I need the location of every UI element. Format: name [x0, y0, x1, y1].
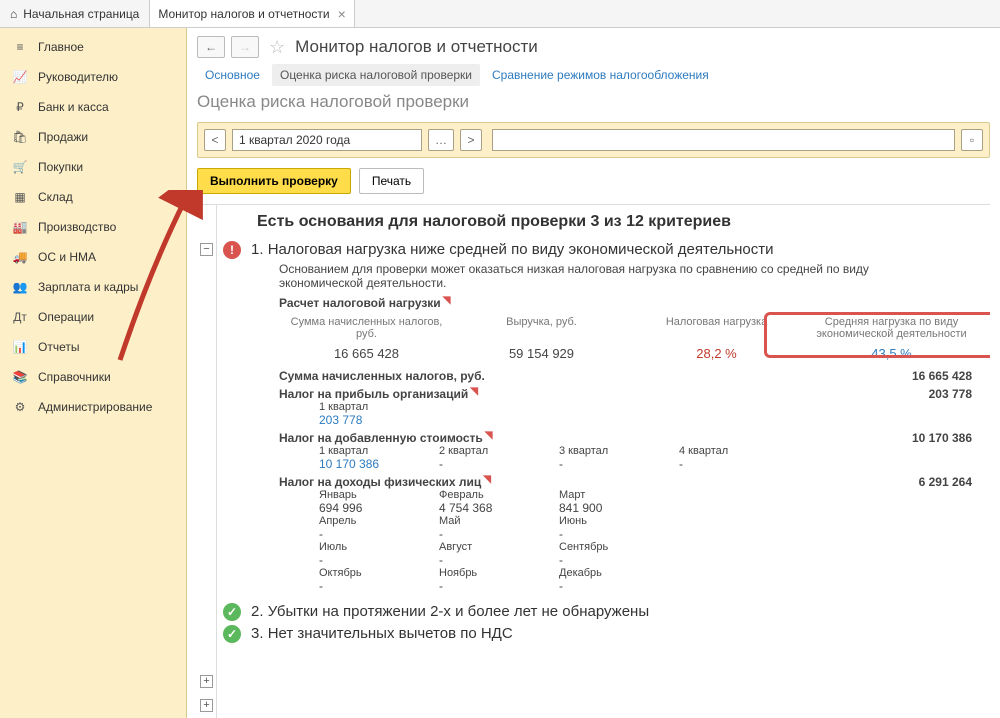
menu-icon: ≡	[12, 40, 28, 54]
home-tab[interactable]: ⌂ Начальная страница	[0, 0, 150, 27]
period-picker-button[interactable]: …	[428, 129, 454, 151]
sidebar-item-bank[interactable]: ₽ Банк и касса	[0, 92, 186, 122]
collapse-button[interactable]: −	[200, 243, 213, 256]
criterion-3: ✓ 3. Нет значительных вычетов по НДС	[223, 625, 990, 643]
bag-icon: 🛍	[12, 130, 28, 144]
org-open-button[interactable]: ▫	[961, 129, 983, 151]
print-button[interactable]: Печать	[359, 168, 424, 194]
factory-icon: 🏭	[12, 220, 28, 234]
sidebar-label: Банк и касса	[38, 100, 109, 114]
check-icon: ✓	[223, 603, 241, 621]
check-icon: ✓	[223, 625, 241, 643]
sum-value: 16 665 428	[912, 369, 972, 383]
boxes-icon: ▦	[12, 190, 28, 204]
sidebar-item-assets[interactable]: 🚚 ОС и НМА	[0, 242, 186, 272]
expand-button-2[interactable]: +	[200, 675, 213, 688]
ruble-icon: ₽	[12, 100, 28, 114]
tax-load-value: 28,2 %	[629, 344, 804, 363]
book-icon: 📚	[12, 370, 28, 384]
col-head: Средняя нагрузка по виду экономической д…	[804, 312, 979, 344]
back-button[interactable]: ←	[197, 36, 225, 58]
run-check-button[interactable]: Выполнить проверку	[197, 168, 351, 194]
tab-label: Монитор налогов и отчетности	[158, 7, 329, 21]
report-icon: 📊	[12, 340, 28, 354]
gear-icon: ⚙	[12, 400, 28, 414]
crit-description: Основанием для проверки может оказаться …	[279, 262, 939, 290]
avg-load-value: 43,5 %	[804, 344, 979, 363]
cart-icon: 🛒	[12, 160, 28, 174]
col-head: Налоговая нагрузка	[629, 312, 804, 344]
sidebar-item-production[interactable]: 🏭 Производство	[0, 212, 186, 242]
organization-field[interactable]	[492, 129, 955, 151]
page-title: Монитор налогов и отчетности	[295, 37, 538, 57]
sidebar-item-sales[interactable]: 🛍 Продажи	[0, 122, 186, 152]
subtab-compare[interactable]: Сравнение режимов налогообложения	[484, 64, 717, 86]
home-icon: ⌂	[10, 7, 17, 21]
col-head: Выручка, руб.	[454, 312, 629, 344]
calc-table: Сумма начисленных налогов, руб. Выручка,…	[279, 312, 979, 363]
close-icon[interactable]: ×	[338, 6, 346, 22]
period-next-button[interactable]: >	[460, 129, 482, 151]
calc-value: 16 665 428	[279, 344, 454, 363]
profit-tax-block: Налог на прибыль организаций◥203 778 1 к…	[279, 387, 990, 427]
sidebar-item-operations[interactable]: Дт Операции	[0, 302, 186, 332]
report-area: − + + Есть основания для налоговой прове…	[197, 204, 990, 718]
criterion-1: ! 1. Налоговая нагрузка ниже средней по …	[223, 241, 990, 593]
sidebar-label: Покупки	[38, 160, 83, 174]
sidebar-item-purchases[interactable]: 🛒 Покупки	[0, 152, 186, 182]
truck-icon: 🚚	[12, 250, 28, 264]
sidebar-item-directories[interactable]: 📚 Справочники	[0, 362, 186, 392]
sidebar-item-admin[interactable]: ⚙ Администрирование	[0, 392, 186, 422]
sidebar-item-hr[interactable]: 👥 Зарплата и кадры	[0, 272, 186, 302]
period-toolbar: < 1 квартал 2020 года … > ▫	[197, 122, 990, 158]
subtab-risk[interactable]: Оценка риска налоговой проверки	[272, 64, 480, 86]
people-icon: 👥	[12, 280, 28, 294]
subtab-main[interactable]: Основное	[197, 64, 268, 86]
sidebar-label: Склад	[38, 190, 73, 204]
sidebar-label: Администрирование	[38, 400, 152, 414]
calc-heading: Расчет налоговой нагрузки◥	[279, 296, 990, 310]
top-tab-bar: ⌂ Начальная страница Монитор налогов и о…	[0, 0, 1000, 28]
sidebar-label: Зарплата и кадры	[38, 280, 138, 294]
col-head: Сумма начисленных налогов, руб.	[279, 312, 454, 344]
vat-block: Налог на добавленную стоимость◥10 170 38…	[279, 431, 990, 471]
sidebar-label: Руководителю	[38, 70, 118, 84]
journal-icon: Дт	[12, 310, 28, 324]
sub-nav: Основное Оценка риска налоговой проверки…	[197, 64, 990, 86]
sidebar-label: Производство	[38, 220, 116, 234]
sum-label: Сумма начисленных налогов, руб.	[279, 369, 485, 383]
sidebar-item-reports[interactable]: 📊 Отчеты	[0, 332, 186, 362]
sidebar-label: Справочники	[38, 370, 111, 384]
sidebar: ≡ Главное 📈 Руководителю ₽ Банк и касса 🛍 Пр…	[0, 28, 187, 718]
crit-num: 1.	[251, 241, 264, 258]
sidebar-item-warehouse[interactable]: ▦ Склад	[0, 182, 186, 212]
section-title: Оценка риска налоговой проверки	[197, 92, 990, 112]
sidebar-item-main[interactable]: ≡ Главное	[0, 32, 186, 62]
criterion-2: ✓ 2. Убытки на протяжении 2-х и более ле…	[223, 603, 990, 621]
chart-icon: 📈	[12, 70, 28, 84]
tab-monitor[interactable]: Монитор налогов и отчетности ×	[150, 0, 354, 27]
sidebar-label: Отчеты	[38, 340, 79, 354]
period-field[interactable]: 1 квартал 2020 года	[232, 129, 422, 151]
forward-button[interactable]: →	[231, 36, 259, 58]
period-prev-button[interactable]: <	[204, 129, 226, 151]
home-tab-label: Начальная страница	[23, 7, 139, 21]
alert-icon: !	[223, 241, 241, 259]
crit-title-text: Налоговая нагрузка ниже средней по виду …	[268, 241, 774, 258]
criteria-heading: Есть основания для налоговой проверки 3 …	[257, 213, 990, 231]
sidebar-label: ОС и НМА	[38, 250, 96, 264]
favorite-icon[interactable]: ☆	[269, 37, 285, 58]
sidebar-label: Главное	[38, 40, 84, 54]
calc-value: 59 154 929	[454, 344, 629, 363]
sidebar-label: Продажи	[38, 130, 88, 144]
sum-row: Сумма начисленных налогов, руб. 16 665 4…	[279, 369, 990, 383]
pit-block: Налог на доходы физических лиц◥6 291 264…	[279, 475, 990, 593]
outline-gutter: − + +	[197, 205, 217, 718]
expand-button-3[interactable]: +	[200, 699, 213, 712]
main-content: ← → ☆ Монитор налогов и отчетности Основ…	[187, 28, 1000, 718]
sidebar-item-manager[interactable]: 📈 Руководителю	[0, 62, 186, 92]
sidebar-label: Операции	[38, 310, 94, 324]
